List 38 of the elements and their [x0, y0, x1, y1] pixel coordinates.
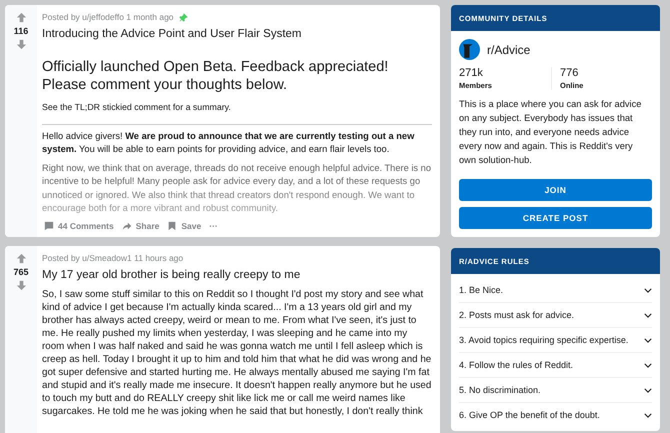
stat-value: 776 — [560, 67, 580, 79]
rule-item[interactable]: 6. Give OP the benefit of the doubt. — [459, 403, 652, 427]
post-meta: Posted by u/Smeadow1 11 hours ago — [42, 252, 184, 262]
post-paragraph: So, I saw some stuff similar to this on Reddit so I thought I'd post my story and see what kind of advice I get because I'm actually kinda scared... I'm a 13 years old girl and my brother has always acted creepy, weird or mean to me. From what I've seen, it's just to me. He really pushed my limits when yesterday, I was sleeping and he came into my room when I was half naked and said he was gonna watch me until I fell asleep which is creep as hell. Today I brought it up to him and told him that what he did was wrong and he got super defensive and started hurting me. He always mentally abused me saying I'm fat and stupid and it's really made me insecure. It doesn't happen really anymore but he used to touch my butt and do REALLY creepy shit like lick me or call me weird names like sugarcakes. He told me he was joking when he said that but honestly, I don't really think — [42, 288, 432, 418]
chevron-down-icon — [644, 363, 652, 368]
bookmark-icon — [167, 220, 178, 230]
share-icon — [122, 220, 132, 230]
post-paragraph: Hello advice givers! We are proud to announce that we are currently testing out a new system. You will be able to earn points for providing advice, and earn flair levels too. — [42, 130, 416, 156]
chevron-down-icon — [644, 288, 652, 293]
comment-icon — [44, 220, 54, 230]
post-paragraph: Right now, we think that on average, threads do not receive enough helpful advice. There is no incentive to be helpful! Many people ask for advice every day, and a lot of these requests go unnoticed or ignored. We also think that thread creators don't respond enough. We want to encourage both for a more vibrant and robust community. — [42, 162, 432, 215]
upvote-icon[interactable] — [16, 12, 26, 23]
vote-count: 765 — [13, 266, 29, 276]
post-title[interactable]: Introducing the Advice Point and User Flair System — [42, 28, 432, 40]
chevron-down-icon — [644, 388, 652, 393]
rule-item[interactable]: 5. No discrimination. — [459, 378, 652, 403]
chevron-down-icon — [644, 313, 652, 318]
rule-item[interactable]: 3. Avoid topics requiring specific expertise. — [459, 328, 652, 353]
post-meta: Posted by u/jeffodeffo 1 month ago — [42, 12, 174, 22]
rule-item[interactable]: 2. Posts must ask for advice. — [459, 303, 652, 328]
chevron-down-icon — [644, 413, 652, 418]
join-button[interactable]: JOIN — [459, 179, 652, 201]
more-button[interactable]: ··· — [207, 218, 220, 234]
rule-item[interactable]: 4. Follow the rules of Reddit. — [459, 353, 652, 378]
community-name[interactable]: r/Advice — [487, 42, 530, 56]
post-paragraph: See the TL;DR stickied comment for a summary. — [42, 101, 232, 114]
vote-count: 116 — [14, 26, 28, 36]
create-post-button[interactable]: CREATE POST — [459, 207, 652, 229]
community-description: This is a place where you can ask for advice on any subject. Everybody has issues that they run into, and everyone needs advice every now and again. This is Reddit's very own solution-hub. — [459, 98, 642, 167]
rule-item[interactable]: 1. Be Nice. — [459, 278, 652, 303]
post-heading: Officially launched Open Beta. Feedback appreciated! Please comment your thoughts below. — [42, 58, 390, 94]
community-avatar-icon — [459, 39, 480, 60]
downvote-icon[interactable] — [16, 280, 26, 290]
stat-value: 271k — [459, 67, 484, 79]
chevron-down-icon — [644, 338, 652, 343]
post-title[interactable]: My 17 year old brother is being really creepy to me — [42, 268, 432, 280]
upvote-icon[interactable] — [16, 252, 26, 264]
downvote-icon[interactable] — [16, 39, 26, 50]
